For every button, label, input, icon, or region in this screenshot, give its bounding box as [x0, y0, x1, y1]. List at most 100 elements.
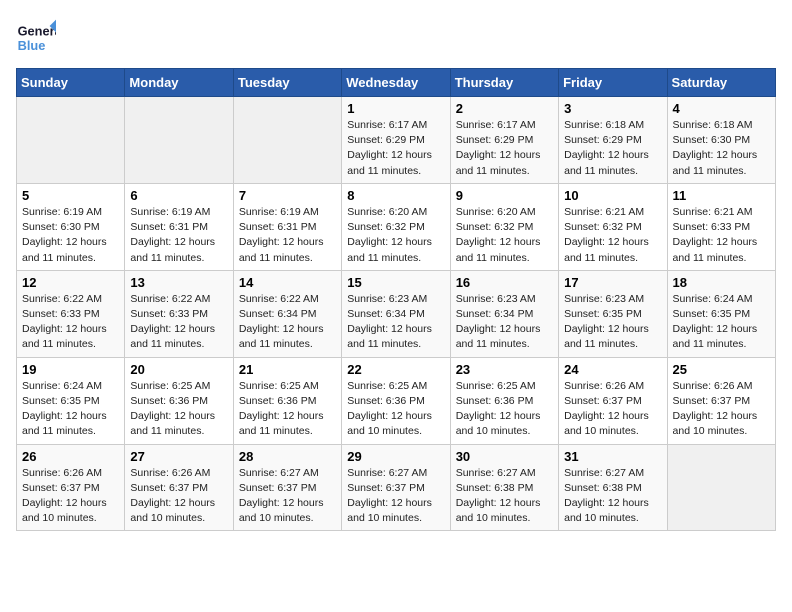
day-number: 26 [22, 449, 119, 464]
day-info: Sunrise: 6:26 AM Sunset: 6:37 PM Dayligh… [130, 466, 227, 527]
day-info: Sunrise: 6:18 AM Sunset: 6:30 PM Dayligh… [673, 118, 770, 179]
day-number: 5 [22, 188, 119, 203]
day-info: Sunrise: 6:25 AM Sunset: 6:36 PM Dayligh… [456, 379, 553, 440]
day-info: Sunrise: 6:27 AM Sunset: 6:37 PM Dayligh… [347, 466, 444, 527]
col-header-thursday: Thursday [450, 69, 558, 97]
logo-svg: General Blue [16, 16, 56, 56]
day-info: Sunrise: 6:23 AM Sunset: 6:34 PM Dayligh… [347, 292, 444, 353]
day-info: Sunrise: 6:26 AM Sunset: 6:37 PM Dayligh… [673, 379, 770, 440]
day-number: 4 [673, 101, 770, 116]
calendar-week-row: 12 Sunrise: 6:22 AM Sunset: 6:33 PM Dayli… [17, 270, 776, 357]
day-info: Sunrise: 6:17 AM Sunset: 6:29 PM Dayligh… [456, 118, 553, 179]
day-number: 7 [239, 188, 336, 203]
calendar-cell: 5 Sunrise: 6:19 AM Sunset: 6:30 PM Daylig… [17, 183, 125, 270]
calendar-cell: 17 Sunrise: 6:23 AM Sunset: 6:35 PM Dayli… [559, 270, 667, 357]
day-info: Sunrise: 6:23 AM Sunset: 6:34 PM Dayligh… [456, 292, 553, 353]
day-info: Sunrise: 6:18 AM Sunset: 6:29 PM Dayligh… [564, 118, 661, 179]
calendar-cell: 28 Sunrise: 6:27 AM Sunset: 6:37 PM Dayli… [233, 444, 341, 531]
day-info: Sunrise: 6:21 AM Sunset: 6:32 PM Dayligh… [564, 205, 661, 266]
calendar-cell: 19 Sunrise: 6:24 AM Sunset: 6:35 PM Dayli… [17, 357, 125, 444]
day-info: Sunrise: 6:22 AM Sunset: 6:33 PM Dayligh… [22, 292, 119, 353]
day-info: Sunrise: 6:25 AM Sunset: 6:36 PM Dayligh… [347, 379, 444, 440]
calendar-week-row: 5 Sunrise: 6:19 AM Sunset: 6:30 PM Daylig… [17, 183, 776, 270]
calendar-cell [667, 444, 775, 531]
calendar-cell: 4 Sunrise: 6:18 AM Sunset: 6:30 PM Daylig… [667, 97, 775, 184]
day-number: 6 [130, 188, 227, 203]
day-number: 1 [347, 101, 444, 116]
calendar-cell: 20Sunrise: 6:25 AM Sunset: 6:36 PM Dayli… [125, 357, 233, 444]
calendar-cell: 25 Sunrise: 6:26 AM Sunset: 6:37 PM Dayli… [667, 357, 775, 444]
day-info: Sunrise: 6:27 AM Sunset: 6:38 PM Dayligh… [456, 466, 553, 527]
calendar-week-row: 26 Sunrise: 6:26 AM Sunset: 6:37 PM Dayli… [17, 444, 776, 531]
day-info: Sunrise: 6:25 AM Sunset: 6:36 PM Dayligh… [130, 379, 227, 440]
day-number: 27 [130, 449, 227, 464]
day-info: Sunrise: 6:20 AM Sunset: 6:32 PM Dayligh… [456, 205, 553, 266]
day-number: 25 [673, 362, 770, 377]
day-info: Sunrise: 6:24 AM Sunset: 6:35 PM Dayligh… [673, 292, 770, 353]
calendar-cell [125, 97, 233, 184]
day-number: 11 [673, 188, 770, 203]
calendar-cell: 24 Sunrise: 6:26 AM Sunset: 6:37 PM Dayli… [559, 357, 667, 444]
day-info: Sunrise: 6:19 AM Sunset: 6:30 PM Dayligh… [22, 205, 119, 266]
day-number: 23 [456, 362, 553, 377]
day-number: 12 [22, 275, 119, 290]
calendar-cell: 3Sunrise: 6:18 AM Sunset: 6:29 PM Daylig… [559, 97, 667, 184]
logo: General Blue [16, 16, 56, 56]
page-header: General Blue [16, 16, 776, 56]
day-info: Sunrise: 6:24 AM Sunset: 6:35 PM Dayligh… [22, 379, 119, 440]
calendar-week-row: 1 Sunrise: 6:17 AM Sunset: 6:29 PM Daylig… [17, 97, 776, 184]
calendar-cell: 23 Sunrise: 6:25 AM Sunset: 6:36 PM Dayli… [450, 357, 558, 444]
day-number: 16 [456, 275, 553, 290]
calendar-cell [17, 97, 125, 184]
calendar-cell: 8Sunrise: 6:20 AM Sunset: 6:32 PM Daylig… [342, 183, 450, 270]
day-number: 28 [239, 449, 336, 464]
day-info: Sunrise: 6:26 AM Sunset: 6:37 PM Dayligh… [564, 379, 661, 440]
day-info: Sunrise: 6:19 AM Sunset: 6:31 PM Dayligh… [239, 205, 336, 266]
calendar-cell: 9 Sunrise: 6:20 AM Sunset: 6:32 PM Daylig… [450, 183, 558, 270]
col-header-sunday: Sunday [17, 69, 125, 97]
calendar-cell: 2Sunrise: 6:17 AM Sunset: 6:29 PM Daylig… [450, 97, 558, 184]
day-number: 9 [456, 188, 553, 203]
col-header-saturday: Saturday [667, 69, 775, 97]
calendar-cell: 10 Sunrise: 6:21 AM Sunset: 6:32 PM Dayli… [559, 183, 667, 270]
day-number: 14 [239, 275, 336, 290]
calendar-cell: 22 Sunrise: 6:25 AM Sunset: 6:36 PM Dayli… [342, 357, 450, 444]
day-number: 29 [347, 449, 444, 464]
day-number: 22 [347, 362, 444, 377]
calendar-cell: 11Sunrise: 6:21 AM Sunset: 6:33 PM Dayli… [667, 183, 775, 270]
calendar-cell: 21 Sunrise: 6:25 AM Sunset: 6:36 PM Dayli… [233, 357, 341, 444]
day-number: 31 [564, 449, 661, 464]
calendar-cell: 13 Sunrise: 6:22 AM Sunset: 6:33 PM Dayli… [125, 270, 233, 357]
calendar-cell: 29 Sunrise: 6:27 AM Sunset: 6:37 PM Dayli… [342, 444, 450, 531]
calendar-cell: 15Sunrise: 6:23 AM Sunset: 6:34 PM Dayli… [342, 270, 450, 357]
day-info: Sunrise: 6:26 AM Sunset: 6:37 PM Dayligh… [22, 466, 119, 527]
col-header-tuesday: Tuesday [233, 69, 341, 97]
calendar-cell: 6Sunrise: 6:19 AM Sunset: 6:31 PM Daylig… [125, 183, 233, 270]
day-number: 30 [456, 449, 553, 464]
day-info: Sunrise: 6:23 AM Sunset: 6:35 PM Dayligh… [564, 292, 661, 353]
day-info: Sunrise: 6:22 AM Sunset: 6:33 PM Dayligh… [130, 292, 227, 353]
calendar-header-row: SundayMondayTuesdayWednesdayThursdayFrid… [17, 69, 776, 97]
day-number: 13 [130, 275, 227, 290]
day-number: 19 [22, 362, 119, 377]
calendar-cell: 27 Sunrise: 6:26 AM Sunset: 6:37 PM Dayli… [125, 444, 233, 531]
col-header-wednesday: Wednesday [342, 69, 450, 97]
day-number: 24 [564, 362, 661, 377]
calendar-cell: 30 Sunrise: 6:27 AM Sunset: 6:38 PM Dayli… [450, 444, 558, 531]
day-number: 18 [673, 275, 770, 290]
day-info: Sunrise: 6:22 AM Sunset: 6:34 PM Dayligh… [239, 292, 336, 353]
calendar-cell [233, 97, 341, 184]
day-info: Sunrise: 6:27 AM Sunset: 6:38 PM Dayligh… [564, 466, 661, 527]
calendar-table: SundayMondayTuesdayWednesdayThursdayFrid… [16, 68, 776, 531]
calendar-cell: 16 Sunrise: 6:23 AM Sunset: 6:34 PM Dayli… [450, 270, 558, 357]
calendar-cell: 1Sunrise: 6:17 AM Sunset: 6:29 PM Daylig… [342, 97, 450, 184]
day-number: 10 [564, 188, 661, 203]
calendar-week-row: 19 Sunrise: 6:24 AM Sunset: 6:35 PM Dayli… [17, 357, 776, 444]
day-number: 17 [564, 275, 661, 290]
col-header-friday: Friday [559, 69, 667, 97]
calendar-cell: 26 Sunrise: 6:26 AM Sunset: 6:37 PM Dayli… [17, 444, 125, 531]
day-number: 21 [239, 362, 336, 377]
day-info: Sunrise: 6:27 AM Sunset: 6:37 PM Dayligh… [239, 466, 336, 527]
day-info: Sunrise: 6:25 AM Sunset: 6:36 PM Dayligh… [239, 379, 336, 440]
col-header-monday: Monday [125, 69, 233, 97]
